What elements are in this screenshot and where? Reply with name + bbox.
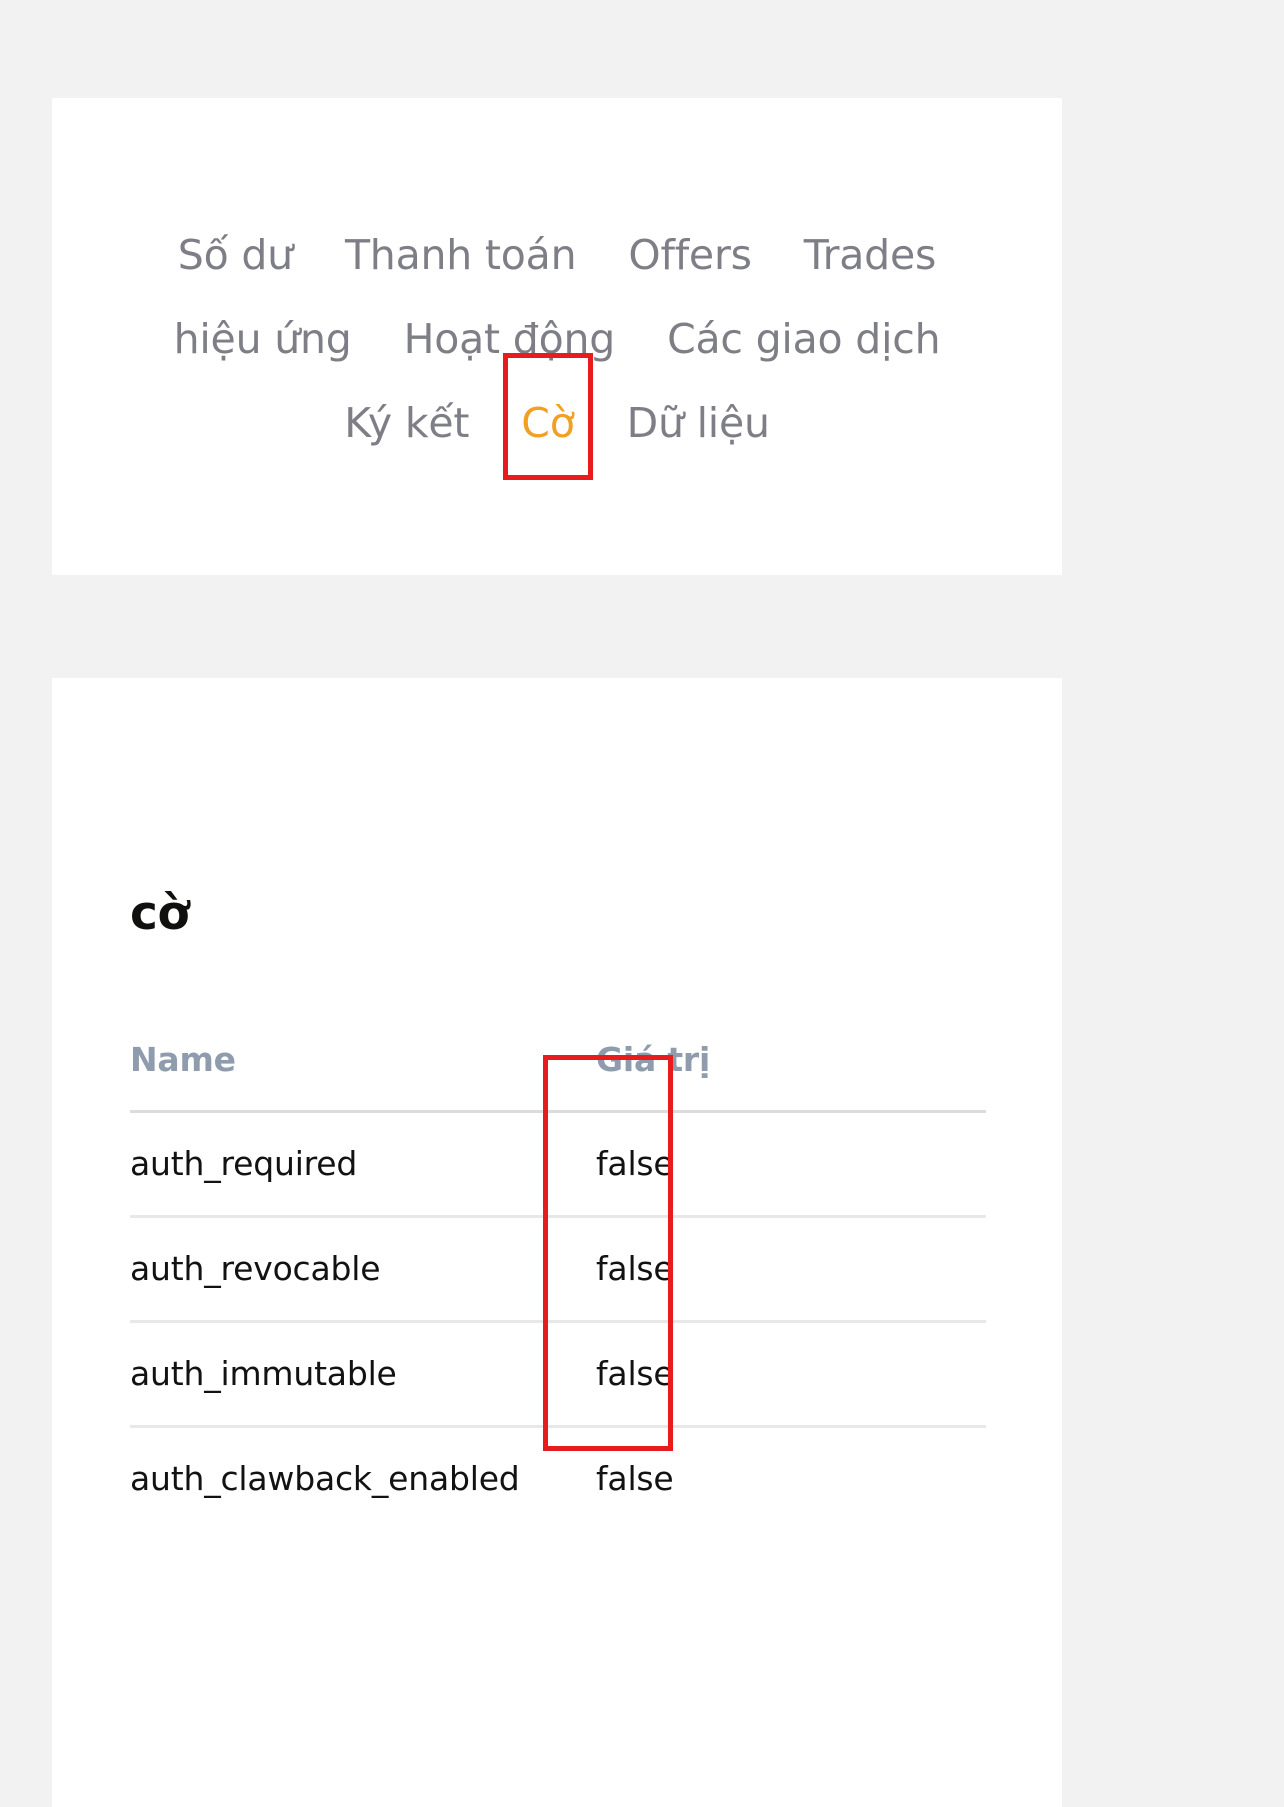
column-header-value: Giá trị (570, 1038, 986, 1113)
flags-table: Name Giá trị auth_required false auth_re… (130, 1038, 986, 1530)
table-row: auth_clawback_enabled false (130, 1427, 986, 1531)
tab-so-du[interactable]: Số dư (152, 225, 319, 285)
tab-navigation-card: Số dư Thanh toán Offers Trades hiệu ứng … (52, 98, 1062, 575)
flag-name-cell: auth_immutable (130, 1321, 570, 1428)
tab-thanh-toan[interactable]: Thanh toán (319, 225, 602, 285)
tab-hoat-dong[interactable]: Hoạt động (378, 309, 641, 369)
tab-cac-giao-dich[interactable]: Các giao dịch (641, 309, 966, 369)
flags-card: cờ Name Giá trị auth_required false auth… (52, 678, 1062, 1807)
flag-value-cell: false (596, 1459, 674, 1498)
tab-row-2: hiệu ứng Hoạt động Các giao dịch (148, 309, 967, 369)
page-root: Số dư Thanh toán Offers Trades hiệu ứng … (0, 0, 1284, 1807)
tab-row-1: Số dư Thanh toán Offers Trades (152, 225, 962, 285)
table-row: auth_required false (130, 1111, 986, 1218)
tab-trades[interactable]: Trades (778, 225, 962, 285)
tab-du-lieu[interactable]: Dữ liệu (601, 393, 796, 453)
flags-table-body: auth_required false auth_revocable false… (130, 1111, 986, 1531)
flag-name-cell: auth_clawback_enabled (130, 1459, 520, 1498)
tab-co[interactable]: Cờ (495, 352, 600, 480)
table-row: auth_revocable false (130, 1216, 986, 1323)
flags-table-head: Name Giá trị (130, 1038, 986, 1113)
tab-offers[interactable]: Offers (602, 225, 777, 285)
tab-row-3: Ký kết Cờ Dữ liệu (318, 352, 796, 480)
flags-table-wrapper: Name Giá trị auth_required false auth_re… (130, 1038, 986, 1530)
flag-name-cell: auth_required (130, 1111, 570, 1218)
tab-hieu-ung[interactable]: hiệu ứng (148, 309, 378, 369)
table-header-row: Name Giá trị (130, 1038, 986, 1113)
flag-value-cell: false (570, 1111, 986, 1218)
flag-value-cell: false (570, 1216, 986, 1323)
table-row: auth_immutable false (130, 1321, 986, 1428)
flag-name-cell: auth_revocable (130, 1216, 570, 1323)
tab-ky-ket[interactable]: Ký kết (318, 393, 495, 453)
flag-value-cell: false (570, 1321, 986, 1428)
flags-panel-title: cờ (130, 886, 190, 941)
column-header-name: Name (130, 1038, 570, 1113)
